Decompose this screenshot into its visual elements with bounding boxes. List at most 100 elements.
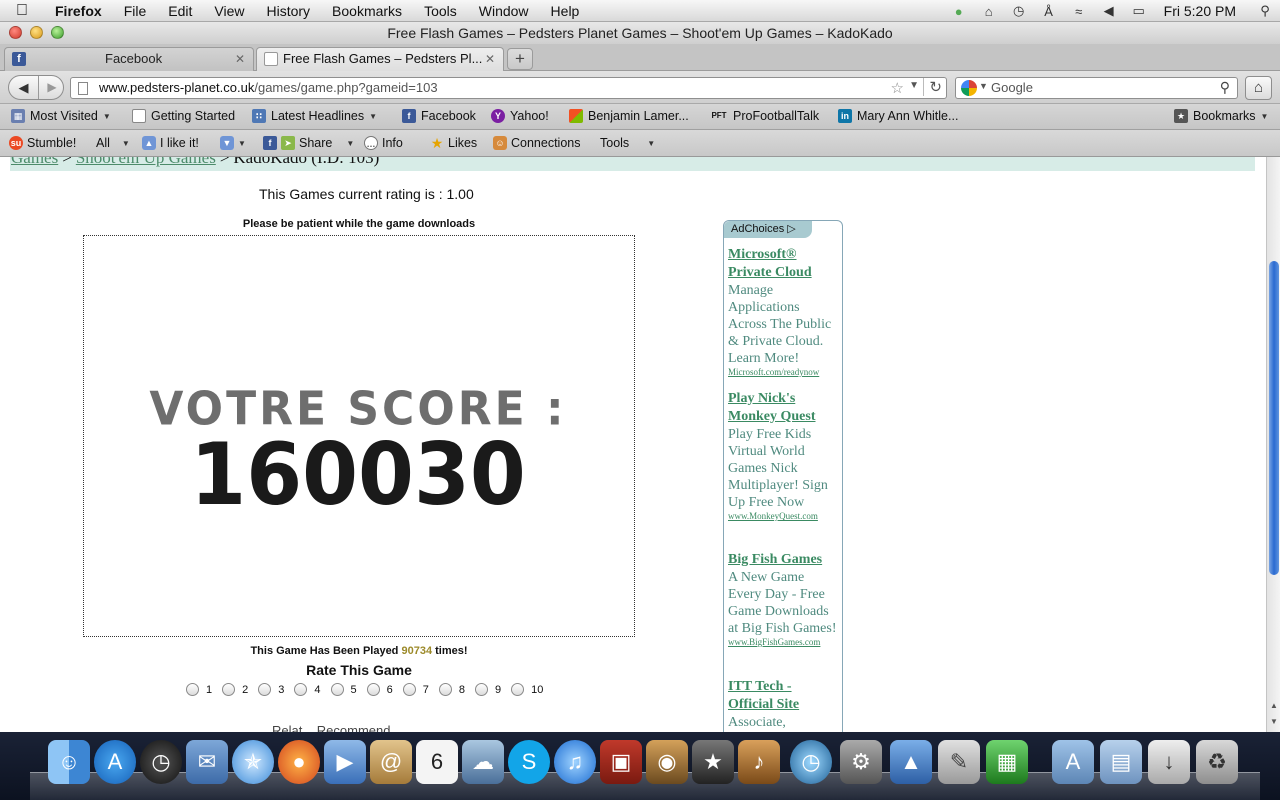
skype-icon[interactable]: S: [508, 740, 550, 784]
ad-url[interactable]: www.MonkeyQuest.com: [728, 511, 840, 521]
radio-button[interactable]: [366, 683, 380, 696]
search-engine-dropdown-icon[interactable]: ▼: [979, 81, 988, 91]
facetime-icon[interactable]: ▶: [324, 740, 366, 784]
home-status-icon[interactable]: ⌂: [974, 4, 1004, 19]
ad-url[interactable]: Microsoft.com/readynow: [728, 367, 840, 377]
trash-icon[interactable]: ♻: [1196, 740, 1238, 784]
bookmark-profootballtalk[interactable]: PFT ProFootballTalk: [710, 109, 819, 123]
menu-firefox[interactable]: Firefox: [44, 3, 113, 19]
page-identity-icon[interactable]: [78, 82, 88, 95]
thumbs-down-dropdown[interactable]: ▼ ▼: [220, 136, 246, 150]
ad-big-fish[interactable]: Big Fish Games A New Game Every Day - Fr…: [728, 551, 840, 647]
rating-option-10[interactable]: 10: [511, 683, 543, 696]
mail-icon[interactable]: ✉: [186, 740, 228, 784]
app-store-icon[interactable]: A: [94, 740, 136, 784]
ical-icon[interactable]: 6: [416, 740, 458, 784]
finder-icon[interactable]: ☺: [48, 740, 90, 784]
rating-option-1[interactable]: 1: [186, 683, 212, 696]
stumble-button[interactable]: su Stumble!: [9, 136, 76, 150]
preview-icon[interactable]: ✎: [938, 740, 980, 784]
bluetooth-icon[interactable]: Å: [1034, 4, 1064, 19]
menu-file[interactable]: File: [113, 3, 158, 19]
radio-button[interactable]: [438, 683, 452, 696]
bookmark-yahoo[interactable]: Y Yahoo!: [491, 109, 549, 123]
menu-help[interactable]: Help: [540, 3, 591, 19]
rating-option-7[interactable]: 7: [402, 683, 429, 696]
share-button[interactable]: f ➤ Share ▼: [263, 136, 354, 150]
tab-facebook[interactable]: f Facebook ✕: [4, 47, 254, 71]
connections-button[interactable]: ☺ Connections: [493, 136, 581, 150]
bookmarks-menu[interactable]: ★ Bookmarks ▼: [1174, 109, 1268, 123]
likes-button[interactable]: ★ Likes: [430, 136, 477, 150]
spotlight-search-icon[interactable]: ⚲: [1250, 3, 1280, 19]
bookmark-latest-headlines[interactable]: ∷ Latest Headlines ▼: [252, 109, 377, 123]
reload-icon[interactable]: ↻: [923, 78, 942, 96]
vertical-scrollbar[interactable]: ▲ ▼: [1266, 157, 1280, 732]
battery-icon[interactable]: ▭: [1124, 3, 1154, 19]
image-capture-icon[interactable]: ◉: [646, 740, 688, 784]
url-bar[interactable]: www.pedsters-planet.co.uk/games/game.php…: [70, 77, 947, 99]
zoom-window-button[interactable]: [51, 26, 64, 39]
firefox-icon[interactable]: ●: [278, 740, 320, 784]
tab-pedsters[interactable]: Free Flash Games – Pedsters Pl... ✕: [256, 47, 504, 71]
documents-folder-icon[interactable]: ▤: [1100, 740, 1142, 784]
downloads-stack-icon[interactable]: ↓: [1148, 740, 1190, 784]
volume-icon[interactable]: ◀: [1094, 3, 1124, 19]
itunes-icon[interactable]: ♫: [554, 740, 596, 784]
rating-option-8[interactable]: 8: [438, 683, 465, 696]
breadcrumb-category-link[interactable]: Shoot'em Up Games: [76, 157, 216, 167]
ad-title[interactable]: Big Fish Games: [728, 551, 840, 569]
iphoto-icon[interactable]: ☁: [462, 740, 504, 784]
radio-button[interactable]: [294, 683, 308, 696]
stumble-tools-dropdown[interactable]: Tools ▼: [600, 136, 655, 150]
i-like-it-button[interactable]: ▲ I like it!: [142, 136, 199, 150]
search-input[interactable]: Google: [991, 80, 1033, 95]
ad-microsoft[interactable]: Microsoft® Private Cloud Manage Applicat…: [728, 246, 840, 377]
scroll-up-arrow-icon[interactable]: ▲: [1270, 701, 1278, 710]
address-book-icon[interactable]: @: [370, 740, 412, 784]
keynote-icon[interactable]: ▲: [890, 740, 932, 784]
system-preferences-icon[interactable]: ⚙: [840, 740, 882, 784]
breadcrumb-games-link[interactable]: Games: [11, 157, 58, 167]
menu-edit[interactable]: Edit: [157, 3, 203, 19]
flash-game-frame[interactable]: VOTRE SCORE : 160030: [83, 235, 635, 637]
imovie-icon[interactable]: ★: [692, 740, 734, 784]
bookmark-getting-started[interactable]: Getting Started: [132, 109, 235, 123]
bookmark-mary-ann[interactable]: in Mary Ann Whitle...: [838, 109, 958, 123]
info-button[interactable]: … Info: [364, 136, 403, 150]
menu-history[interactable]: History: [255, 3, 321, 19]
wifi-icon[interactable]: ≈: [1064, 4, 1094, 19]
safari-icon[interactable]: ✯: [232, 740, 274, 784]
url-history-dropdown-icon[interactable]: ▼: [909, 80, 919, 91]
apple-menu-icon[interactable]: : [0, 2, 44, 20]
close-window-button[interactable]: [9, 26, 22, 39]
menu-window[interactable]: Window: [468, 3, 540, 19]
minimize-window-button[interactable]: [30, 26, 43, 39]
bookmark-star-icon[interactable]: ☆: [891, 79, 904, 97]
back-button[interactable]: ◀: [9, 76, 39, 99]
home-button[interactable]: ⌂: [1245, 76, 1272, 100]
ad-title[interactable]: Play Nick's Monkey Quest: [728, 390, 840, 426]
ad-monkey-quest[interactable]: Play Nick's Monkey Quest Play Free Kids …: [728, 390, 840, 521]
search-bar[interactable]: ▼ Google ⚲: [955, 77, 1238, 99]
ad-url[interactable]: www.BigFishGames.com: [728, 637, 840, 647]
bookmark-facebook[interactable]: f Facebook: [402, 109, 476, 123]
close-tab-icon[interactable]: ✕: [235, 48, 245, 70]
close-tab-icon[interactable]: ✕: [485, 48, 495, 70]
dashboard-icon[interactable]: ◷: [140, 740, 182, 784]
new-tab-button[interactable]: +: [507, 48, 533, 70]
garageband-icon[interactable]: ♪: [738, 740, 780, 784]
related-links-partial[interactable]: Relat... Recommend: [272, 723, 391, 732]
rating-option-2[interactable]: 2: [222, 683, 248, 696]
menu-view[interactable]: View: [203, 3, 255, 19]
time-machine-status-icon[interactable]: ◷: [1004, 3, 1034, 19]
menu-tools[interactable]: Tools: [413, 3, 468, 19]
scrollbar-thumb[interactable]: [1269, 261, 1279, 575]
rating-option-9[interactable]: 9: [475, 683, 501, 696]
radio-button[interactable]: [186, 683, 199, 696]
rating-option-5[interactable]: 5: [330, 683, 357, 696]
bookmark-most-visited[interactable]: ▦ Most Visited ▼: [11, 109, 111, 123]
time-machine-icon[interactable]: ◷: [790, 740, 832, 784]
radio-button[interactable]: [258, 683, 272, 696]
url-text[interactable]: www.pedsters-planet.co.uk/games/game.php…: [99, 80, 438, 95]
